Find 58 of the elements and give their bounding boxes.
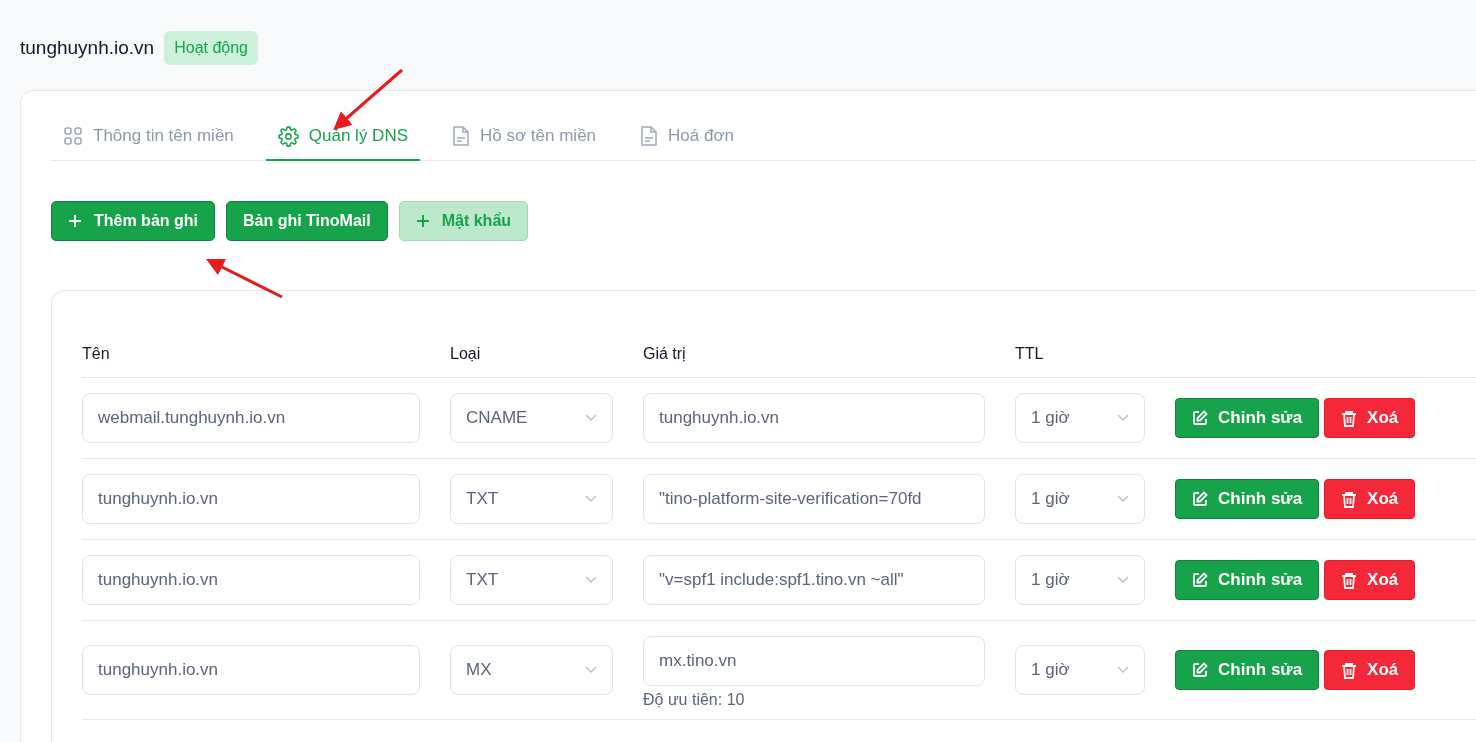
name-field[interactable]: tunghuynh.io.vn [82,555,420,605]
annotation-arrow [333,68,403,130]
document-icon [640,125,659,147]
action-button[interactable]: Thêm bản ghi [51,201,215,241]
column-header: TTL [1015,345,1045,363]
chevron-down-icon [1117,666,1129,674]
ttl-select[interactable]: 1 giờ [1015,645,1145,695]
value-field[interactable]: "v=spf1 include:spf1.tino.vn ~all" [643,555,985,605]
value-field[interactable]: "tino-platform-site-verification=70fd [643,474,985,524]
chevron-down-icon [585,414,597,422]
type-select[interactable]: TXT [450,474,613,524]
gear-icon [277,125,299,147]
type-select[interactable]: CNAME [450,393,613,443]
column-header: Loại [450,345,482,363]
edit-icon [1192,572,1208,588]
trash-icon [1341,490,1358,508]
edit-button[interactable]: Chỉnh sửa [1175,479,1320,519]
plus-icon [68,214,82,228]
domain-name: tunghuynh.io.vn [20,36,155,59]
edit-icon [1192,410,1208,426]
ttl-select[interactable]: 1 giờ [1015,555,1145,605]
delete-button[interactable]: Xoá [1324,479,1416,519]
edit-button[interactable]: Chỉnh sửa [1175,398,1320,438]
trash-icon [1341,409,1358,427]
name-field[interactable]: tunghuynh.io.vn [82,645,420,695]
value-field[interactable]: tunghuynh.io.vn [643,393,985,443]
column-header: Tên [82,345,111,363]
ttl-select[interactable]: 1 giờ [1015,393,1145,443]
type-select[interactable]: TXT [450,555,613,605]
trash-icon [1341,571,1358,589]
chevron-down-icon [1117,414,1129,422]
chevron-down-icon [585,666,597,674]
grid-icon [63,126,83,146]
edit-icon [1192,491,1208,507]
delete-button[interactable]: Xoá [1324,650,1416,690]
plus-icon [415,214,430,228]
document-icon [452,125,470,147]
tab[interactable]: Hoá đơn [628,113,746,161]
edit-button[interactable]: Chỉnh sửa [1175,560,1320,600]
chevron-down-icon [1117,576,1129,584]
name-field[interactable]: tunghuynh.io.vn [82,474,420,524]
edit-button[interactable]: Chỉnh sửa [1175,650,1320,690]
status-badge: Hoạt động [164,30,258,65]
ttl-select[interactable]: 1 giờ [1015,474,1145,524]
tab[interactable]: Quản lý DNS [265,113,420,161]
priority-text: Độ ưu tiên: 10 [643,691,746,709]
name-field[interactable]: webmail.tunghuynh.io.vn [82,393,420,443]
delete-button[interactable]: Xoá [1324,560,1416,600]
type-select[interactable]: MX [450,645,613,695]
delete-button[interactable]: Xoá [1324,398,1416,438]
column-header: Giá trị [643,345,687,363]
chevron-down-icon [585,576,597,584]
edit-icon [1192,662,1208,678]
action-button[interactable]: Bản ghi TinoMail [226,201,388,241]
chevron-down-icon [1117,495,1129,503]
chevron-down-icon [585,495,597,503]
value-field[interactable]: mx.tino.vn [643,636,985,686]
trash-icon [1341,661,1358,679]
